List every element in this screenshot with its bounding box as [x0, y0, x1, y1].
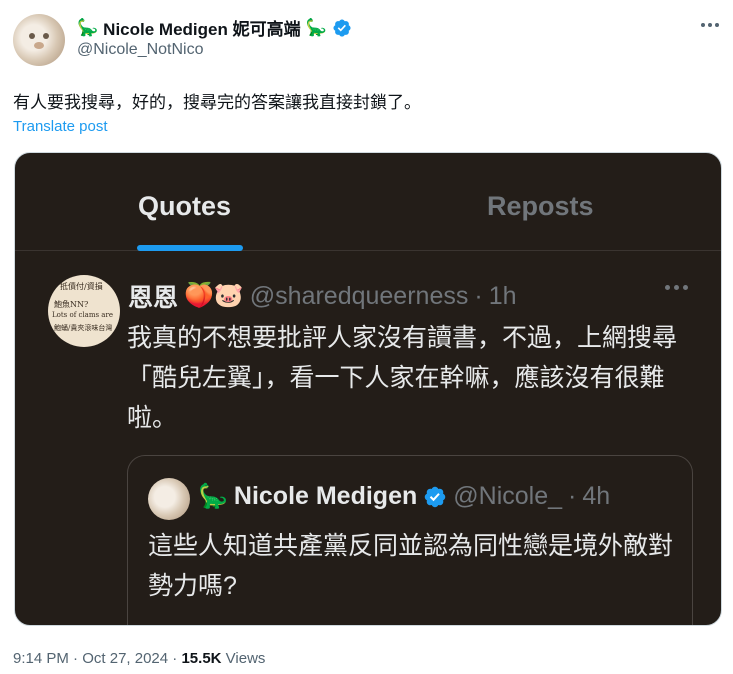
more-options-button[interactable] [694, 14, 726, 36]
embedded-handle: @Nicole_ [453, 482, 563, 510]
post-date[interactable]: Oct 27, 2024 [82, 650, 168, 667]
quote-header: 恩恩 🍑🐷 @sharedqueerness · 1h [128, 278, 517, 314]
embedded-quoted-tweet: 🦕 Nicole Medigen @Nicole_ · 4h 這些人知道共產黨反… [127, 455, 693, 625]
author-name-row: 🦕 Nicole Medigen 妮可高端 🦕 [77, 15, 352, 40]
views-label: Views [225, 650, 266, 667]
tab-reposts: Reposts [487, 191, 594, 221]
dot-icon [701, 23, 705, 27]
embedded-time: 4h [582, 482, 611, 510]
embedded-author-avatar [148, 478, 190, 520]
dinosaur-emoji-icon: 🦕 [198, 482, 228, 510]
screenshot-tab-bar: Quotes Reposts [15, 153, 721, 251]
quote-time: 1h [488, 281, 517, 310]
quoter-handle: @sharedqueerness [249, 281, 469, 310]
separator-dot: · [172, 650, 178, 667]
tab-quotes: Quotes [138, 191, 232, 221]
verified-badge-icon [425, 486, 446, 507]
views-count[interactable]: 15.5K [181, 650, 221, 667]
embedded-text: 這些人知道共產黨反同並認為同性戀是境外敵對勢力嗎? [148, 532, 674, 600]
peach-pig-emoji-icon: 🍑🐷 [184, 282, 244, 309]
author-handle[interactable]: @Nicole_NotNico [77, 41, 204, 59]
quote-text: 我真的不想要批評人家沒有讀書，不過，上網搜尋「酷兒左翼」，看一下人家在幹嘛，應該… [127, 324, 678, 432]
dinosaur-emoji-icon: 🦕 [77, 18, 99, 37]
avatar-text: 鮑魚NN? [54, 300, 89, 309]
dinosaur-emoji-icon: 🦕 [305, 18, 327, 37]
quoter-avatar: 抵債付/資損 鮑魚NN? Lots of clams are 鮑蛹/貴夾滾味台灣 [48, 275, 120, 347]
embedded-header: 🦕 Nicole Medigen @Nicole_ · 4h [198, 482, 678, 511]
avatar-text: 抵債付/資損 [60, 282, 103, 291]
post-footer: 9:14 PM · Oct 27, 2024 · 15.5K Views [13, 650, 265, 667]
tweet: 🦕 Nicole Medigen 妮可高端 🦕 @Nicole_NotNico … [0, 0, 733, 674]
author-avatar[interactable] [13, 14, 65, 66]
dot-icon [715, 23, 719, 27]
avatar-text: 鮑蛹/貴夾滾味台灣 [54, 324, 113, 332]
quoter-name: 恩恩 [128, 284, 179, 312]
translate-post-link[interactable]: Translate post [13, 118, 108, 135]
post-time[interactable]: 9:14 PM [13, 650, 69, 667]
separator-dot: · [474, 281, 483, 310]
author-display-name[interactable]: Nicole Medigen 妮可高端 [103, 15, 300, 40]
post-image[interactable]: Quotes Reposts 抵債付/資損 鮑魚NN? Lots of clam… [14, 152, 722, 626]
verified-badge-icon[interactable] [332, 18, 352, 38]
active-tab-indicator [137, 245, 243, 251]
embedded-author-name: Nicole Medigen [233, 482, 418, 510]
quote-more-icon [665, 285, 688, 290]
dot-icon [708, 23, 712, 27]
separator-dot: · [73, 650, 79, 667]
separator-dot: · [568, 482, 577, 510]
avatar-text: Lots of clams are [52, 311, 113, 319]
post-text: 有人要我搜尋，好的，搜尋完的答案讓我直接封鎖了。 [13, 93, 421, 112]
